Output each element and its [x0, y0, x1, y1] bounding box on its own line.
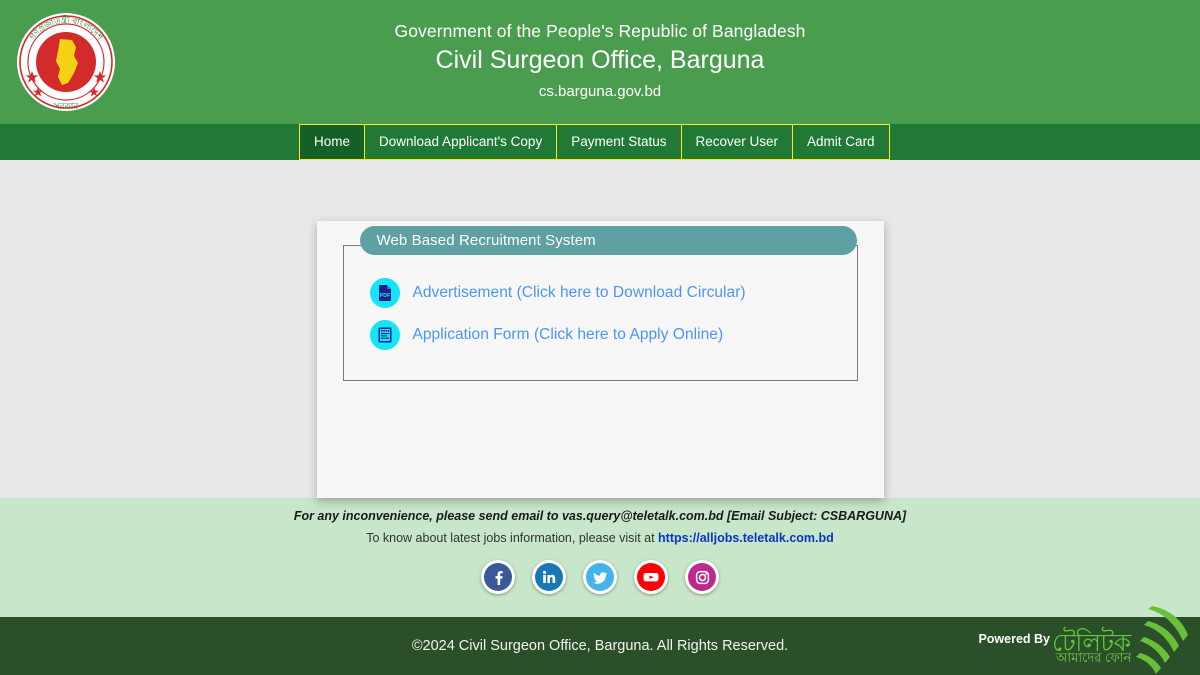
- facebook-icon: [484, 563, 512, 592]
- bangladesh-government-emblem-icon: সরকার গণপ্রজাতন্ত্রী বাংলাদেশ: [16, 11, 116, 113]
- office-name: Civil Surgeon Office, Barguna: [435, 46, 765, 75]
- advertisement-row[interactable]: PDF Advertisement (Click here to Downloa…: [344, 272, 857, 314]
- nav-item-admit-card[interactable]: Admit Card: [792, 124, 890, 160]
- youtube-button[interactable]: [634, 560, 668, 595]
- nav-item-payment-status[interactable]: Payment Status: [556, 124, 681, 160]
- teletalk-tagline-bn: আমাদের ফোন: [1056, 650, 1132, 665]
- panel-legend: Web Based Recruitment System: [359, 226, 857, 255]
- footer-jobs-note: To know about latest jobs information, p…: [0, 529, 1200, 547]
- nav-item-download-applicants-copy[interactable]: Download Applicant's Copy: [364, 124, 557, 160]
- twitter-button[interactable]: [583, 560, 617, 595]
- teletalk-logo: টেলিটক আমাদের ফোন: [1052, 605, 1192, 675]
- powered-by-label: Powered By: [978, 632, 1050, 646]
- youtube-icon: [637, 563, 665, 592]
- footer-email-note: For any inconvenience, please send email…: [293, 509, 907, 523]
- footer-copyright-bar: ©2024 Civil Surgeon Office, Barguna. All…: [0, 606, 1200, 675]
- instagram-button[interactable]: [685, 560, 719, 595]
- social-links: [0, 560, 1200, 595]
- nav-item-recover-user[interactable]: Recover User: [680, 124, 793, 160]
- header-titles: Government of the People's Republic of B…: [395, 20, 806, 102]
- linkedin-icon: [535, 563, 563, 592]
- recruitment-fieldset: Web Based Recruitment System PDF Adverti…: [342, 226, 858, 381]
- application-form-icon: [369, 320, 400, 350]
- government-line: Government of the People's Republic of B…: [394, 20, 806, 41]
- application-form-row[interactable]: Application Form (Click here to Apply On…: [344, 314, 857, 356]
- application-form-link[interactable]: Application Form (Click here to Apply On…: [413, 326, 724, 344]
- twitter-icon: [586, 563, 614, 592]
- instagram-icon: [688, 563, 716, 592]
- nav-item-home[interactable]: Home: [299, 124, 365, 160]
- svg-text:PDF: PDF: [379, 293, 389, 299]
- copyright-text: ©2024 Civil Surgeon Office, Barguna. All…: [411, 638, 789, 654]
- advertisement-link[interactable]: Advertisement (Click here to Download Ci…: [413, 284, 746, 302]
- footer-jobs-prefix: To know about latest jobs information, p…: [366, 531, 659, 546]
- site-domain: cs.barguna.gov.bd: [538, 83, 662, 101]
- alljobs-link[interactable]: https://alljobs.teletalk.com.bd: [658, 531, 834, 545]
- powered-by-block: Powered By টেলিটক আমাদের ফোন: [978, 605, 1192, 675]
- svg-text:সরকার: সরকার: [53, 101, 80, 111]
- main-content: Web Based Recruitment System PDF Adverti…: [0, 160, 1200, 498]
- site-header: সরকার গণপ্রজাতন্ত্রী বাংলাদেশ Government…: [0, 0, 1200, 124]
- linkedin-button[interactable]: [532, 560, 566, 595]
- footer-contact-section: For any inconvenience, please send email…: [0, 498, 1200, 617]
- recruitment-panel: Web Based Recruitment System PDF Adverti…: [316, 221, 884, 498]
- main-navigation: Home Download Applicant's Copy Payment S…: [0, 124, 1200, 160]
- pdf-file-icon: PDF: [369, 278, 400, 308]
- facebook-button[interactable]: [481, 560, 515, 595]
